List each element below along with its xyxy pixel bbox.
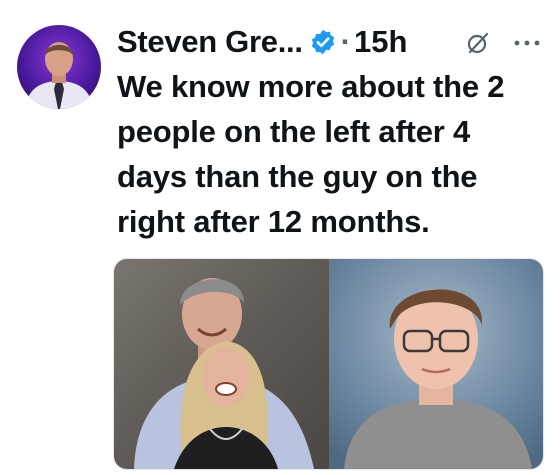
author-name[interactable]: Steven Gre... <box>117 24 303 60</box>
tweet-header: Steven Gre... · 15h <box>117 20 407 64</box>
tweet-card[interactable]: Steven Gre... · 15h We know more about t… <box>0 0 560 475</box>
timestamp[interactable]: 15h <box>354 24 407 60</box>
avatar-image <box>17 25 101 109</box>
separator-dot: · <box>340 24 351 59</box>
couple-photo <box>114 259 329 469</box>
tweet-text: We know more about the 2 people on the l… <box>117 69 505 239</box>
more-options-icon[interactable] <box>512 36 542 48</box>
verified-badge-icon <box>309 28 337 56</box>
avatar[interactable] <box>17 25 101 109</box>
grok-icon[interactable] <box>465 30 491 56</box>
tweet-media[interactable] <box>113 258 544 470</box>
portrait-photo <box>329 259 543 469</box>
